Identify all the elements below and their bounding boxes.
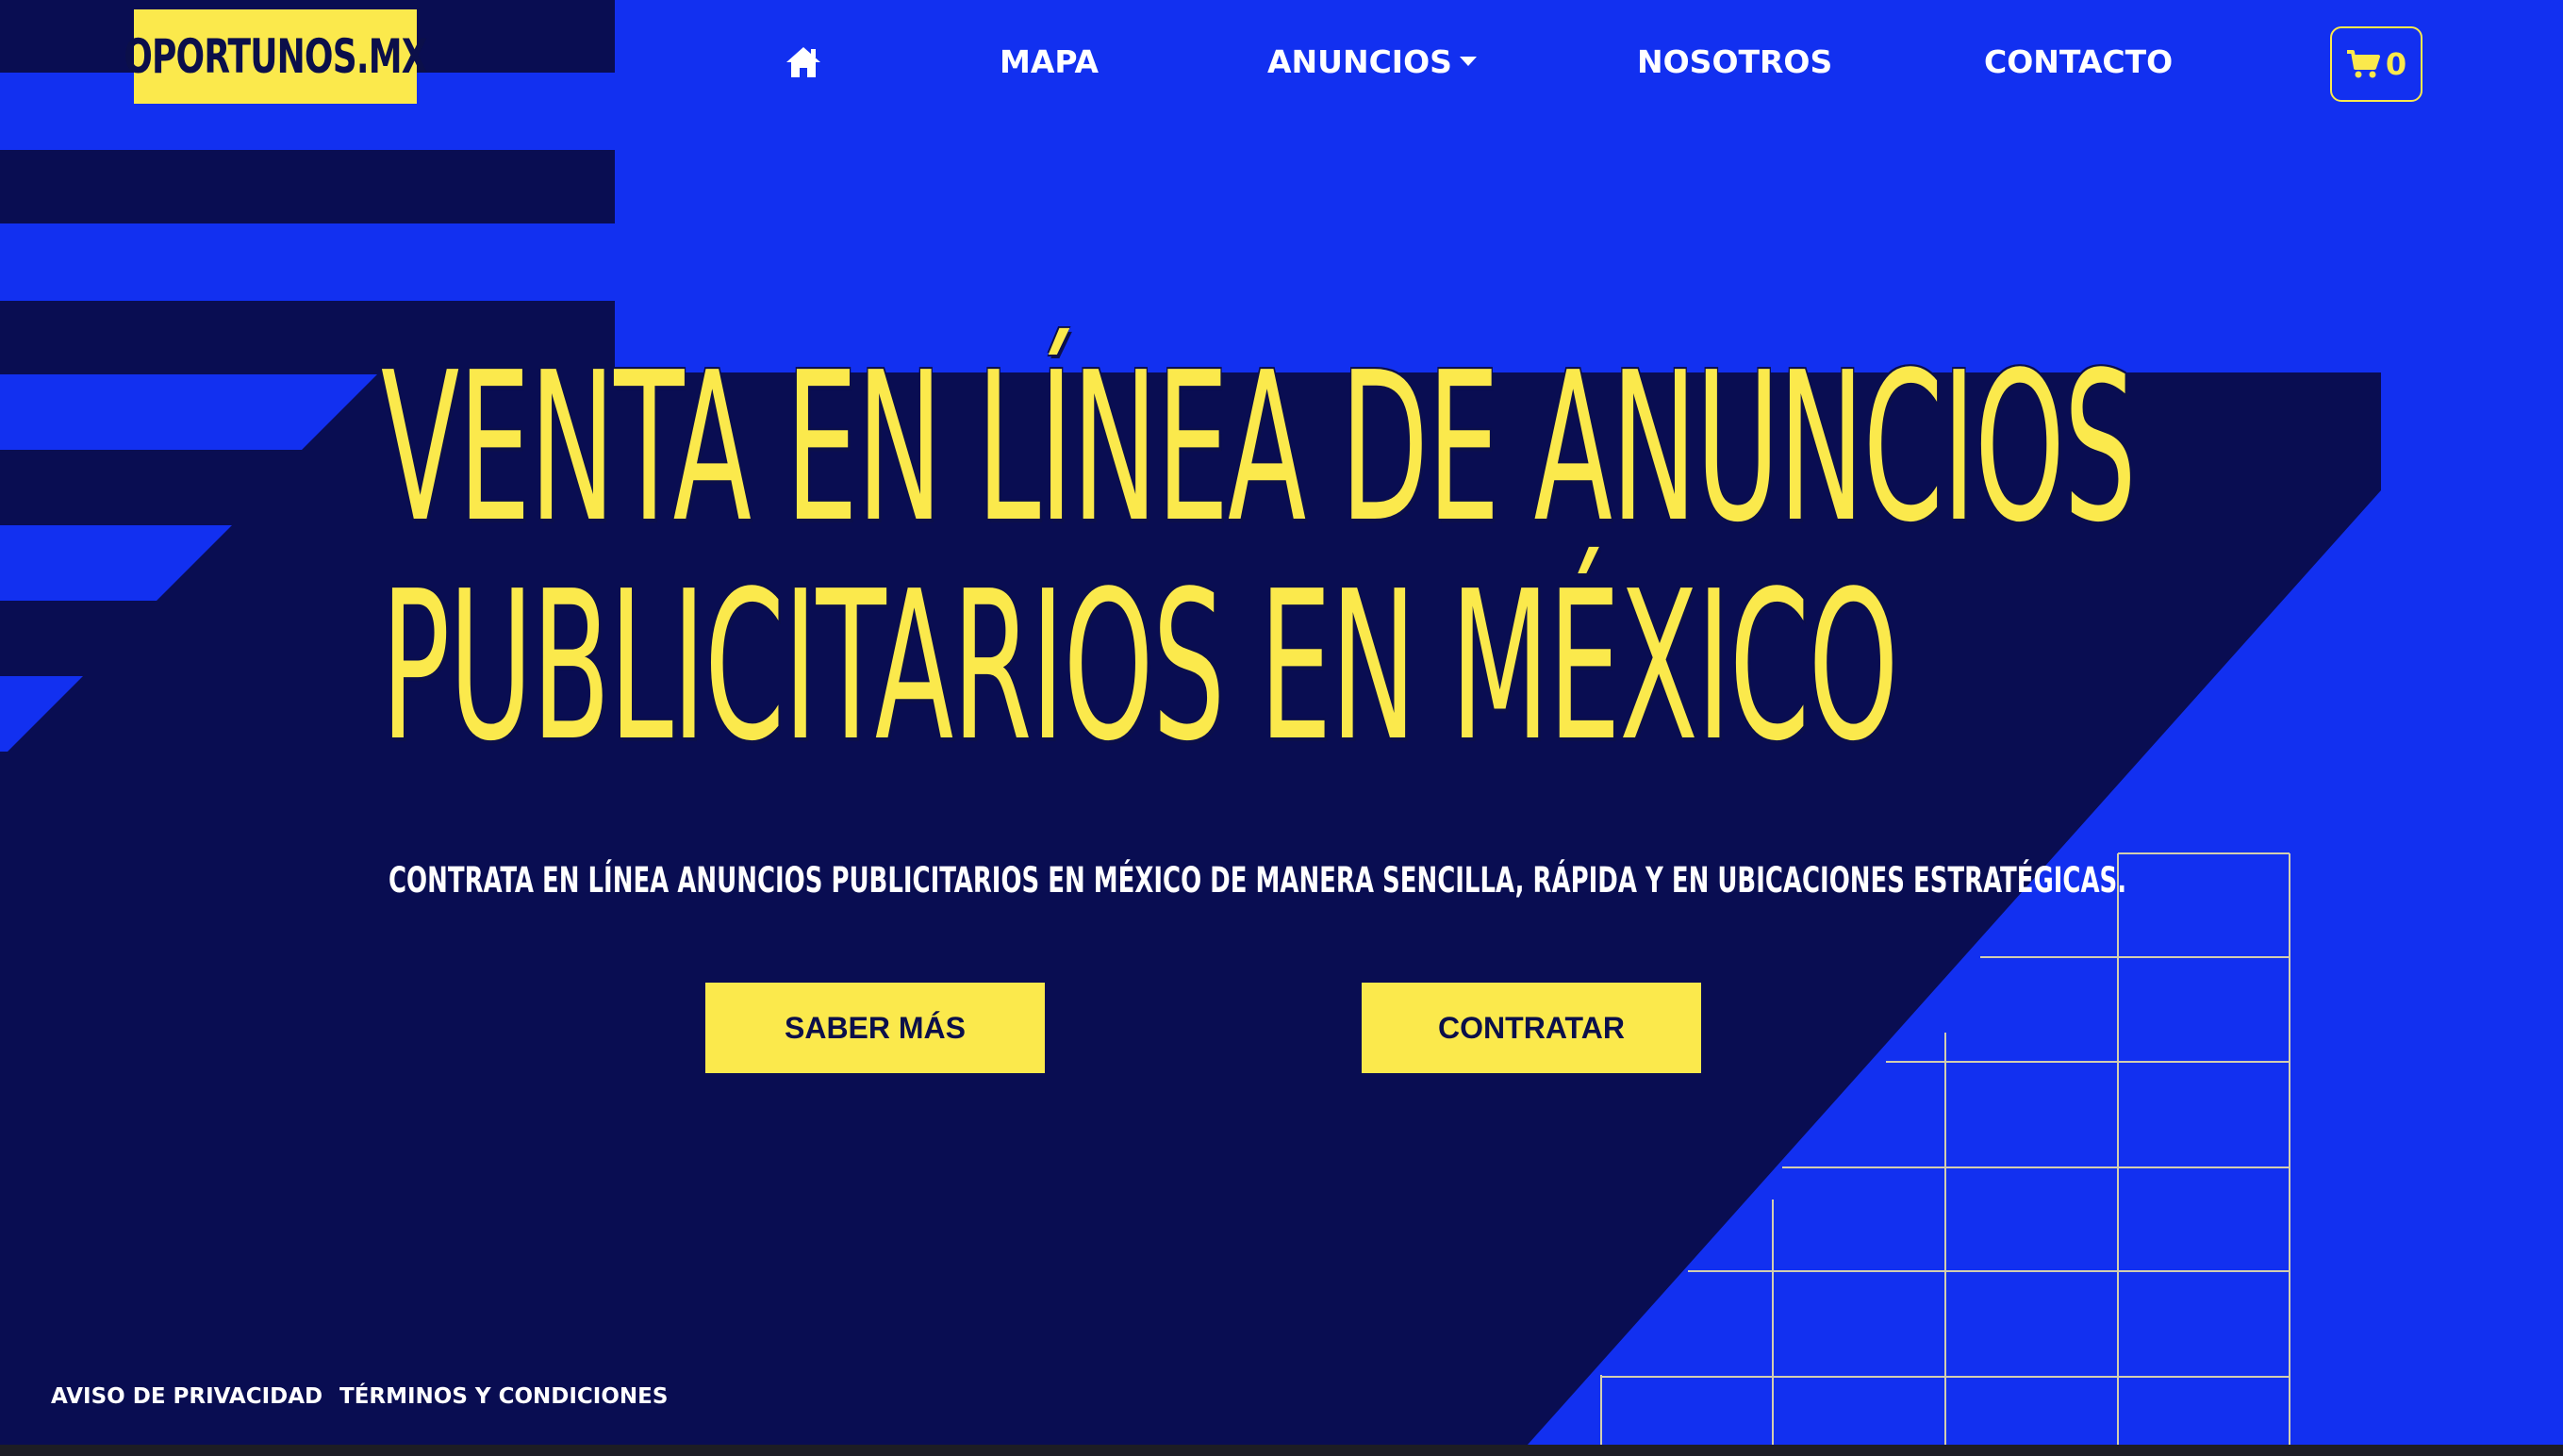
nav-item-label: NOSOTROS (1637, 43, 1833, 80)
button-label: SABER MÁS (784, 1010, 966, 1045)
nav-item-label: ANUNCIOS (1267, 43, 1452, 80)
hero-subtitle: CONTRATA EN LÍNEA ANUNCIOS PUBLICITARIOS… (389, 860, 2127, 901)
logo[interactable]: OPORTUNOS.MX (124, 9, 428, 104)
nav-item-label: CONTACTO (1984, 43, 2174, 80)
contratar-button[interactable]: CONTRATAR (1362, 983, 1701, 1073)
hero-headline-line-2: PUBLICITARIOS EN MÉXICO (381, 548, 1898, 786)
cart-count: 0 (2385, 46, 2407, 82)
caret-down-icon (1459, 56, 1477, 66)
footer-link-terms[interactable]: TÉRMINOS Y CONDICIONES (339, 1384, 668, 1409)
nav-item-contacto[interactable]: CONTACTO (1984, 43, 2173, 80)
nav-item-anuncios[interactable]: ANUNCIOS (1267, 43, 1477, 80)
home-icon[interactable] (785, 45, 822, 79)
logo-text: OPORTUNOS.MX (124, 29, 427, 84)
bottom-edge-bar (0, 1445, 2563, 1456)
hero-headline-line-1: VENTA EN LÍNEA DE ANUNCIOS (381, 329, 2137, 568)
footer-link-label: TÉRMINOS Y CONDICIONES (339, 1384, 669, 1409)
cart-button[interactable]: 0 (2330, 26, 2422, 102)
nav-item-label: MAPA (1000, 43, 1100, 80)
hero-headline: VENTA EN LÍNEA DE ANUNCIOS PUBLICITARIOS… (381, 339, 2563, 777)
stripe (0, 223, 615, 301)
button-label: CONTRATAR (1438, 1010, 1625, 1045)
nav-item-nosotros[interactable]: NOSOTROS (1637, 43, 1832, 80)
nav-item-mapa[interactable]: MAPA (1000, 43, 1099, 80)
footer-link-privacy[interactable]: AVISO DE PRIVACIDAD (51, 1384, 322, 1409)
cart-icon (2346, 50, 2380, 78)
saber-mas-button[interactable]: SABER MÁS (705, 983, 1045, 1073)
footer-link-label: AVISO DE PRIVACIDAD (51, 1384, 323, 1409)
